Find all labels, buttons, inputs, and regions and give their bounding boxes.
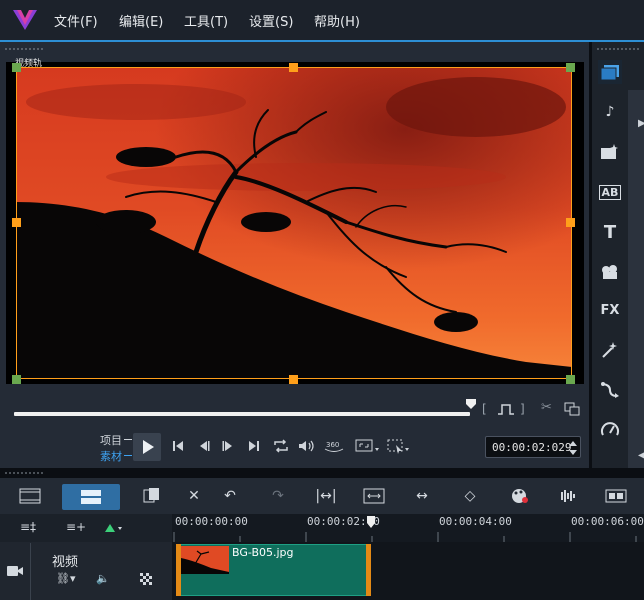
home-button[interactable]	[168, 433, 188, 459]
library-grip[interactable]	[596, 48, 640, 50]
panel-separator	[0, 468, 644, 478]
clip-trim-handle-right[interactable]	[366, 544, 371, 596]
filter-label: FX	[600, 302, 620, 318]
aspect-ratio-icon[interactable]	[354, 433, 382, 459]
record-capture-icon[interactable]	[140, 485, 164, 507]
transition-label: AB	[598, 184, 622, 200]
resize-handle-right[interactable]	[566, 218, 575, 227]
motion-icon[interactable]	[598, 338, 622, 362]
timecode-value: 00:00:02:029	[492, 440, 572, 454]
next-frame-button[interactable]	[218, 433, 238, 459]
system-volume-icon[interactable]	[296, 433, 318, 459]
resize-handle-left[interactable]	[12, 218, 21, 227]
menu-settings[interactable]: 设置(S)	[249, 11, 293, 30]
previous-frame-button[interactable]	[194, 433, 214, 459]
end-button[interactable]	[244, 433, 264, 459]
snapshot-icon[interactable]	[386, 433, 414, 459]
mode-clip[interactable]: 素材	[100, 448, 122, 464]
resize-handle-top-right[interactable]	[566, 63, 575, 72]
smart-proxy-icon[interactable]: ◇	[458, 485, 482, 507]
undo-icon[interactable]: ↶	[218, 485, 242, 507]
resize-handle-bottom-right[interactable]	[566, 375, 575, 384]
menu-edit[interactable]: 编辑(E)	[119, 11, 163, 30]
multi-camera-icon[interactable]	[604, 485, 628, 507]
clip-thumbnail	[181, 546, 229, 574]
audio-icon[interactable]: ♪	[598, 100, 622, 124]
svg-text:360: 360	[326, 441, 339, 449]
enlarge-preview-icon[interactable]	[564, 402, 580, 416]
tools-icon[interactable]: ✕	[182, 485, 206, 507]
add-track-icon[interactable]: ≡+	[66, 520, 86, 534]
trim-start-marker-icon[interactable]: [	[482, 402, 487, 416]
speed-icon[interactable]	[598, 418, 622, 442]
storyboard-view-button[interactable]	[62, 484, 120, 510]
resize-handle-top-left[interactable]	[12, 63, 21, 72]
timeline-view-icon[interactable]	[18, 485, 42, 507]
menu-tools[interactable]: 工具(T)	[184, 11, 228, 30]
instant-project-icon[interactable]	[598, 140, 622, 164]
track-audio-icon[interactable]: 🔈	[96, 572, 110, 585]
video-camera-icon	[7, 566, 23, 576]
ruler-label-0: 00:00:00:00	[175, 515, 248, 528]
transition-icon[interactable]: AB	[598, 180, 622, 204]
track-list-icon[interactable]: ≡‡	[20, 520, 36, 534]
mode-clip-tick	[124, 455, 132, 456]
ripple-editing-icon[interactable]	[104, 522, 124, 534]
color-grading-icon[interactable]	[508, 485, 532, 507]
scrubber-bar[interactable]	[14, 412, 470, 416]
preview-grip[interactable]	[4, 48, 44, 50]
track-header	[0, 542, 172, 600]
app-logo-icon	[13, 10, 37, 30]
track-header-divider	[30, 543, 31, 600]
resize-handle-bottom-left[interactable]	[12, 375, 21, 384]
track-name: 视频	[52, 555, 79, 570]
audio-mixer-icon[interactable]	[556, 485, 580, 507]
timecode-field[interactable]: 00:00:02:029	[485, 436, 581, 458]
library-content-edge	[628, 90, 644, 468]
library-collapse-icon[interactable]: ◀	[638, 450, 644, 461]
play-button[interactable]	[133, 433, 161, 461]
resize-handle-bottom[interactable]	[289, 375, 298, 384]
link-icon[interactable]: ⛓▾	[56, 572, 76, 585]
redo-icon[interactable]: ↷	[266, 485, 290, 507]
scrubber-knob[interactable]	[465, 398, 477, 410]
media-icon[interactable]	[598, 60, 622, 84]
timecode-stepper-icon[interactable]	[568, 439, 578, 457]
timeline-grip[interactable]	[4, 472, 44, 474]
repeat-icon[interactable]	[270, 433, 292, 459]
path-icon[interactable]	[598, 378, 622, 402]
ruler-label-6s: 00:00:06:00	[571, 515, 644, 528]
ruler-label-4s: 00:00:04:00	[439, 515, 512, 528]
360-view-icon[interactable]: 360	[322, 433, 346, 459]
clip-name: BG-B05.jpg	[232, 546, 294, 559]
filter-icon[interactable]: FX	[598, 298, 622, 322]
menu-bar: 文件(F) 编辑(E) 工具(T) 设置(S) 帮助(H)	[0, 0, 644, 40]
menu-file[interactable]: 文件(F)	[54, 11, 98, 30]
menu-help[interactable]: 帮助(H)	[314, 11, 360, 30]
title-label: T	[603, 221, 617, 243]
playhead-marker[interactable]	[366, 515, 376, 529]
trim-icon[interactable]	[496, 402, 516, 416]
fit-project-icon[interactable]: |↔|	[314, 485, 338, 507]
preview-image	[16, 67, 572, 379]
track-grid-icon[interactable]	[140, 573, 152, 585]
mode-project[interactable]: 项目	[100, 432, 122, 448]
track-manager-icon[interactable]	[362, 485, 386, 507]
library-expand-icon[interactable]: ▶	[638, 118, 644, 129]
mode-project-tick	[124, 439, 132, 440]
graphic-icon[interactable]	[598, 260, 622, 284]
resize-handle-top[interactable]	[289, 63, 298, 72]
trim-end-marker-icon[interactable]: ]	[520, 402, 525, 416]
split-clip-icon[interactable]: ✂	[541, 400, 552, 415]
title-icon[interactable]: T	[598, 220, 622, 244]
preview-window[interactable]	[6, 62, 584, 384]
zoom-fit-icon[interactable]: ↔	[410, 485, 434, 507]
